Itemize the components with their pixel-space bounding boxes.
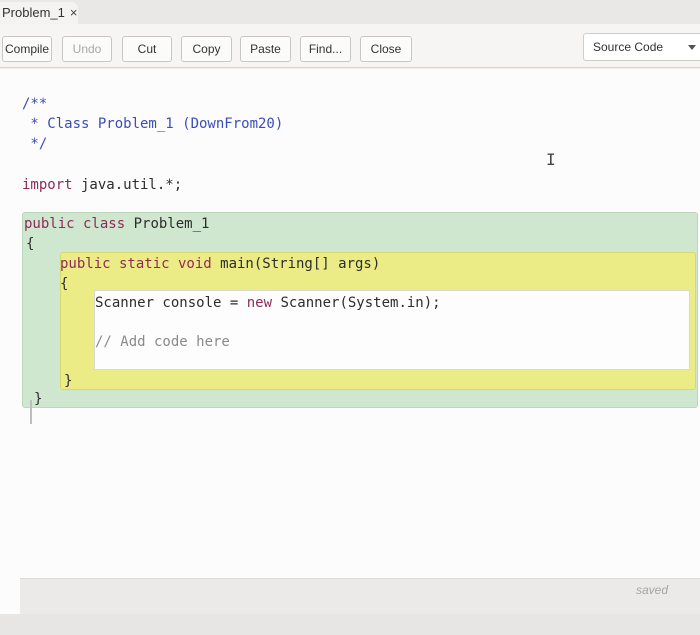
class-open-brace: { [26,236,35,252]
view-selector-value: Source Code [593,40,664,54]
class-name: Problem_1 [125,216,210,232]
import-package: java.util.*; [72,177,183,193]
text-caret [30,400,32,424]
doc-comment-open: /** [22,96,48,112]
method-keywords: public static void [60,256,212,272]
tab-bar: Problem_1 × [0,0,700,26]
method-open-brace: { [60,276,69,292]
scanner-statement: Scanner console = new Scanner(System.in)… [95,294,441,312]
ibeam-cursor-icon: I [546,150,556,169]
saved-status: saved [636,583,669,597]
cut-button[interactable]: Cut [122,36,172,62]
method-close-brace: } [64,373,73,389]
class-close-brace: } [34,391,43,407]
doc-comment-class: * Class Problem_1 (DownFrom20) [22,116,284,132]
copy-button[interactable]: Copy [181,36,232,62]
import-statement: import java.util.*; [22,176,182,194]
close-tab-icon[interactable]: × [70,5,78,20]
class-keyword: public class [24,216,126,232]
scanner-init: Scanner(System.in); [272,295,441,311]
compile-button[interactable]: Compile [2,36,52,62]
toolbar: Compile Undo Cut Copy Paste Find... Clos… [0,24,700,68]
scanner-decl: Scanner console = [95,295,247,311]
tab-problem-1[interactable]: Problem_1 × [0,2,78,26]
class-declaration: public class Problem_1 [24,215,209,233]
status-bar [0,614,700,635]
editor-footer [20,578,700,614]
undo-button[interactable]: Undo [62,36,112,62]
tab-title: Problem_1 [2,5,65,20]
new-keyword: new [246,295,273,311]
doc-comment-close: */ [22,136,48,152]
method-declaration: public static void main(String[] args) [60,255,380,273]
chevron-down-icon [688,45,696,50]
method-signature: main(String[] args) [211,256,381,272]
import-keyword: import [22,177,73,193]
close-button[interactable]: Close [360,36,412,62]
find-button[interactable]: Find... [300,36,351,62]
paste-button[interactable]: Paste [240,36,291,62]
view-selector[interactable]: Source Code [583,33,700,61]
todo-comment: // Add code here [95,334,230,350]
